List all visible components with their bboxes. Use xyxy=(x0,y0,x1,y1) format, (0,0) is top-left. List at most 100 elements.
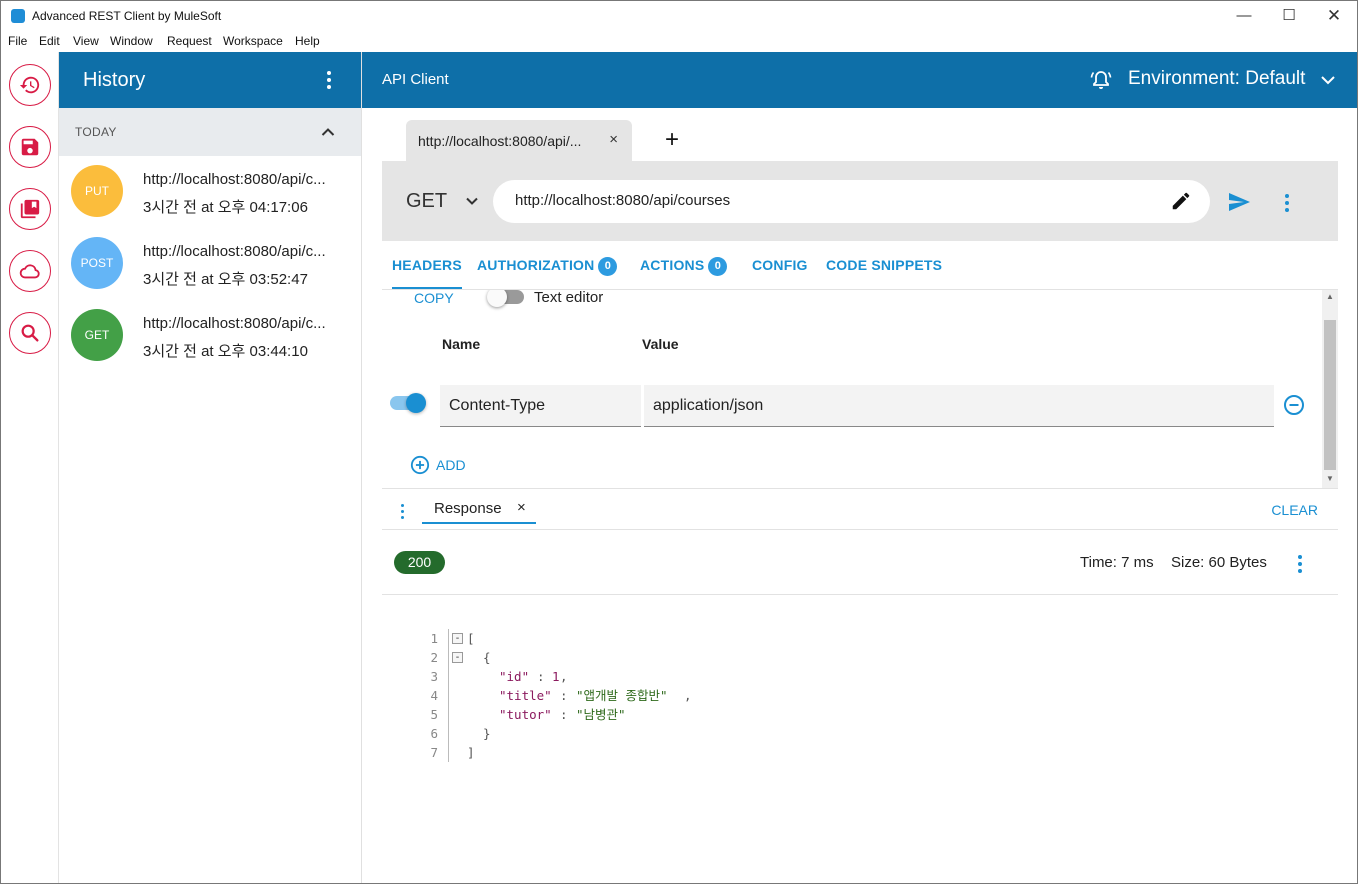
json-key: "title" xyxy=(499,688,552,703)
menu-view[interactable]: View xyxy=(73,34,99,48)
history-item-url: http://localhost:8080/api/c... xyxy=(143,315,326,332)
request-tab[interactable]: http://localhost:8080/api/... × xyxy=(406,120,632,161)
response-status-row: 200 Time: 7 ms Size: 60 Bytes xyxy=(382,530,1338,595)
request-url-bar: GET http://localhost:8080/api/courses xyxy=(382,161,1338,241)
history-item[interactable]: GET http://localhost:8080/api/c... 3시간 전… xyxy=(59,300,361,372)
history-header: History xyxy=(59,52,361,108)
close-response-icon[interactable]: × xyxy=(517,499,526,516)
code-token: : xyxy=(560,688,576,703)
clear-button[interactable]: CLEAR xyxy=(1271,502,1318,518)
code-line: 1 - [ xyxy=(402,629,1002,648)
close-window-button[interactable]: ✕ xyxy=(1322,5,1346,27)
chevron-up-icon[interactable] xyxy=(321,127,335,137)
projects-nav-button[interactable] xyxy=(9,188,51,230)
header-name-field[interactable]: Content-Type xyxy=(440,385,641,427)
environment-selector[interactable]: Environment: Default xyxy=(1128,68,1305,90)
value-column-header: Value xyxy=(642,336,679,352)
tab-code-snippets[interactable]: CODE SNIPPETS xyxy=(826,257,942,273)
notification-bell-icon[interactable] xyxy=(1089,68,1113,92)
menu-help[interactable]: Help xyxy=(295,34,320,48)
line-number: 2 xyxy=(430,650,438,665)
line-number: 3 xyxy=(430,669,438,684)
scroll-down-arrow-icon[interactable]: ▼ xyxy=(1326,474,1334,483)
response-menu-icon[interactable] xyxy=(401,504,404,519)
code-token: : xyxy=(560,707,576,722)
code-line: 7 ] xyxy=(402,743,1002,762)
history-item[interactable]: POST http://localhost:8080/api/c... 3시간 … xyxy=(59,228,361,300)
text-editor-label: Text editor xyxy=(534,290,604,306)
menu-file[interactable]: File xyxy=(8,34,27,48)
tab-headers[interactable]: HEADERS xyxy=(392,257,462,289)
http-method-selector[interactable]: GET xyxy=(406,190,447,213)
request-tab-strip: http://localhost:8080/api/... × + xyxy=(382,108,1338,161)
close-tab-icon[interactable]: × xyxy=(609,131,618,148)
history-item-time: 3시간 전 at 오후 03:52:47 xyxy=(143,271,308,288)
add-tab-button[interactable]: + xyxy=(665,126,679,154)
fold-toggle-icon[interactable]: - xyxy=(452,652,463,663)
line-number: 6 xyxy=(430,726,438,741)
window-title: Advanced REST Client by MuleSoft xyxy=(32,9,222,23)
history-group-header[interactable]: TODAY xyxy=(59,108,361,156)
scrollbar-thumb[interactable] xyxy=(1324,320,1336,470)
add-header-label: ADD xyxy=(436,457,466,473)
code-token: , xyxy=(684,688,692,703)
send-icon[interactable] xyxy=(1227,190,1251,214)
code-token: ] xyxy=(467,745,475,760)
code-line: 5 "tutor" : "남병관" xyxy=(402,705,1002,724)
history-nav-button[interactable] xyxy=(9,64,51,106)
url-input[interactable]: http://localhost:8080/api/courses xyxy=(493,180,1210,223)
fold-toggle-icon[interactable]: - xyxy=(452,633,463,644)
history-item-url: http://localhost:8080/api/c... xyxy=(143,243,326,260)
response-details-menu-icon[interactable] xyxy=(1298,555,1302,573)
request-config-tabs: HEADERS AUTHORIZATION 0 ACTIONS 0 CONFIG C… xyxy=(382,241,1338,290)
response-tab-bar: Response × CLEAR xyxy=(382,488,1338,530)
copy-button[interactable]: COPY xyxy=(414,290,454,306)
json-number: 1 xyxy=(552,669,560,684)
history-item-time: 3시간 전 at 오후 04:17:06 xyxy=(143,199,308,216)
tab-authorization-label: AUTHORIZATION xyxy=(477,257,595,273)
json-key: "id" xyxy=(499,669,530,684)
search-nav-button[interactable] xyxy=(9,312,51,354)
header-value-field[interactable]: application/json xyxy=(644,385,1274,427)
response-body-viewer[interactable]: 1 - [ 2 - { 3 "id" : 1 , 4 "title" : "앱개… xyxy=(402,629,1002,769)
history-item-url: http://localhost:8080/api/c... xyxy=(143,171,326,188)
maximize-button[interactable]: ☐ xyxy=(1277,5,1301,27)
json-string: "남병관" xyxy=(576,707,626,722)
request-menu-icon[interactable] xyxy=(1285,194,1289,212)
header-enabled-toggle[interactable] xyxy=(406,393,426,413)
response-tab[interactable]: Response × xyxy=(422,489,536,524)
history-menu-icon[interactable] xyxy=(317,68,341,92)
menu-workspace[interactable]: Workspace xyxy=(223,34,283,48)
tab-config[interactable]: CONFIG xyxy=(752,257,808,273)
history-item[interactable]: PUT http://localhost:8080/api/c... 3시간 전… xyxy=(59,156,361,228)
json-string: "앱개발 종합반" xyxy=(576,688,668,703)
tab-authorization[interactable]: AUTHORIZATION 0 xyxy=(477,257,618,276)
edit-pencil-icon[interactable] xyxy=(1170,190,1192,212)
text-editor-toggle[interactable] xyxy=(487,290,507,307)
title-bar: Advanced REST Client by MuleSoft — ☐ ✕ xyxy=(1,1,1357,31)
minimize-button[interactable]: — xyxy=(1232,5,1256,27)
history-item-time: 3시간 전 at 오후 03:44:10 xyxy=(143,343,308,360)
menu-request[interactable]: Request xyxy=(167,34,212,48)
scroll-up-arrow-icon[interactable]: ▲ xyxy=(1326,292,1334,301)
add-circle-icon xyxy=(410,455,430,475)
response-size: Size: 60 Bytes xyxy=(1171,554,1267,571)
remove-header-icon[interactable] xyxy=(1283,394,1305,416)
exchange-nav-button[interactable] xyxy=(9,250,51,292)
menu-window[interactable]: Window xyxy=(110,34,153,48)
headers-scrollbar[interactable]: ▲ ▼ xyxy=(1322,290,1338,488)
code-token: , xyxy=(560,669,568,684)
method-badge: PUT xyxy=(71,165,123,217)
chevron-down-icon[interactable] xyxy=(465,194,479,208)
saved-nav-button[interactable] xyxy=(9,126,51,168)
cloud-icon xyxy=(19,264,40,279)
chevron-down-icon[interactable] xyxy=(1319,71,1337,89)
menu-edit[interactable]: Edit xyxy=(39,34,60,48)
line-number: 1 xyxy=(430,631,438,646)
method-badge: GET xyxy=(71,309,123,361)
code-token: : xyxy=(537,669,553,684)
add-header-button[interactable]: ADD xyxy=(410,453,490,477)
tab-actions[interactable]: ACTIONS 0 xyxy=(640,257,728,276)
menu-bar: File Edit View Window Request Workspace … xyxy=(1,31,1357,52)
url-input-value: http://localhost:8080/api/courses xyxy=(515,192,731,209)
